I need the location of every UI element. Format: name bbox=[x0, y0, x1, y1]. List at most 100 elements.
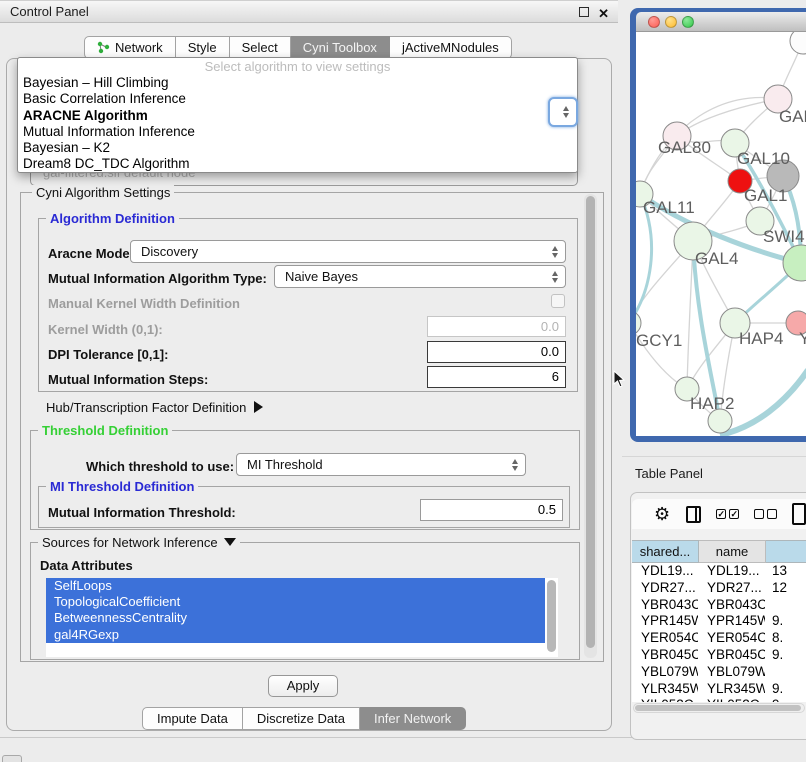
attributes-scrollbar-thumb[interactable] bbox=[547, 580, 556, 652]
mi-type-value: Naive Bayes bbox=[285, 269, 358, 284]
expand-down-icon[interactable] bbox=[224, 538, 236, 546]
kernel-width-field[interactable]: 0.0 bbox=[427, 316, 566, 337]
table-cell[interactable]: YLR345W bbox=[632, 681, 698, 698]
tab-infer-network[interactable]: Infer Network bbox=[360, 707, 466, 730]
expand-right-icon[interactable] bbox=[254, 401, 263, 413]
network-window-titlebar[interactable] bbox=[636, 12, 806, 32]
deselect-all-columns-icon[interactable] bbox=[754, 509, 777, 519]
tab-cyni-toolbox[interactable]: Cyni Toolbox bbox=[291, 36, 390, 59]
table-cell[interactable]: YPR145W bbox=[698, 613, 765, 630]
close-traffic-light-icon[interactable] bbox=[648, 16, 660, 28]
table-cell[interactable]: YBR045C bbox=[698, 647, 765, 664]
split-columns-icon[interactable] bbox=[686, 506, 701, 523]
table-cell[interactable]: YDL19... bbox=[632, 563, 698, 580]
mi-type-select[interactable]: Naive Bayes bbox=[274, 265, 566, 288]
table-cell[interactable]: YBR045C bbox=[632, 647, 698, 664]
table-row[interactable]: YIL052CYIL052C9 bbox=[632, 697, 806, 702]
network-canvas[interactable]: GALGAL80GAL10GAL1GAL11SWI4GAL4GCY1HAP4YH… bbox=[636, 32, 806, 436]
float-window-icon[interactable] bbox=[579, 7, 589, 17]
table-row[interactable]: YBR043CYBR043C bbox=[632, 597, 806, 614]
table-cell[interactable]: 9 bbox=[765, 697, 780, 702]
table-row[interactable]: YDL19...YDL19...13 bbox=[632, 563, 806, 580]
screen: Control Panel ✕ Network Style Select Cyn… bbox=[0, 0, 806, 762]
data-attribute-item[interactable]: TopologicalCoefficient bbox=[46, 594, 545, 610]
table-body[interactable]: YDL19...YDL19...13YDR27...YDR27...12YBR0… bbox=[632, 563, 806, 702]
table-hscrollbar-thumb[interactable] bbox=[635, 705, 801, 711]
algorithm-list-item[interactable]: Bayesian – Hill Climbing bbox=[18, 75, 577, 91]
table-panel-title: Table Panel bbox=[635, 466, 703, 481]
table-hscrollbar[interactable] bbox=[633, 703, 805, 713]
data-attribute-item[interactable]: BetweennessCentrality bbox=[46, 610, 545, 626]
table-cell[interactable] bbox=[765, 664, 772, 681]
mi-steps-field[interactable]: 6 bbox=[427, 366, 566, 388]
tab-impute-data[interactable]: Impute Data bbox=[142, 707, 243, 730]
table-cell[interactable]: YER054C bbox=[632, 630, 698, 647]
column-header-third[interactable] bbox=[766, 540, 806, 563]
algorithm-list-item[interactable]: Basic Correlation Inference bbox=[18, 91, 577, 107]
table-cell[interactable]: YPR145W bbox=[632, 613, 698, 630]
algorithm-list-item[interactable]: ARACNE Algorithm bbox=[18, 108, 577, 124]
gear-icon[interactable]: ⚙ bbox=[654, 504, 670, 525]
algorithm-list-item[interactable]: Mutual Information Inference bbox=[18, 124, 577, 140]
table-cell[interactable]: 9. bbox=[765, 613, 783, 630]
table-cell[interactable]: YDR27... bbox=[632, 580, 698, 597]
table-cell[interactable]: YBL079W bbox=[632, 664, 698, 681]
network-view-window[interactable]: GALGAL80GAL10GAL1GAL11SWI4GAL4GCY1HAP4YH… bbox=[630, 8, 806, 442]
table-row[interactable]: YLR345WYLR345W9. bbox=[632, 681, 806, 698]
tab-discretize-data[interactable]: Discretize Data bbox=[243, 707, 360, 730]
table-cell[interactable]: 8. bbox=[765, 630, 783, 647]
network-node[interactable] bbox=[790, 32, 806, 54]
algorithm-list-item[interactable]: Bayesian – K2 bbox=[18, 140, 577, 156]
data-attribute-item[interactable]: SelfLoops bbox=[46, 578, 545, 594]
manual-kernel-checkbox[interactable] bbox=[551, 294, 565, 308]
minimize-traffic-light-icon[interactable] bbox=[665, 16, 677, 28]
close-icon[interactable]: ✕ bbox=[598, 3, 609, 25]
table-cell[interactable]: YER054C bbox=[698, 630, 765, 647]
data-attribute-item[interactable]: gal4RGexp bbox=[46, 627, 545, 643]
table-cell[interactable]: 13 bbox=[765, 563, 787, 580]
tab-jactivemnodules[interactable]: jActiveMNodules bbox=[390, 36, 512, 59]
table-row[interactable]: YER054CYER054C8. bbox=[632, 630, 806, 647]
mi-threshold-field[interactable]: 0.5 bbox=[420, 499, 563, 521]
corner-button[interactable] bbox=[2, 755, 22, 762]
column-header-name[interactable]: name bbox=[699, 540, 766, 563]
which-threshold-value: MI Threshold bbox=[247, 457, 323, 472]
export-table-icon[interactable] bbox=[792, 503, 806, 525]
table-cell[interactable]: YDL19... bbox=[698, 563, 765, 580]
table-cell[interactable]: YIL052C bbox=[698, 697, 765, 702]
algorithm-combobox-button[interactable] bbox=[548, 97, 578, 127]
data-attributes-list[interactable]: SelfLoopsTopologicalCoefficientBetweenne… bbox=[46, 578, 558, 657]
table-cell[interactable]: YLR345W bbox=[698, 681, 765, 698]
table-row[interactable]: YPR145WYPR145W9. bbox=[632, 613, 806, 630]
network-edge[interactable] bbox=[687, 241, 693, 389]
table-cell[interactable]: 9. bbox=[765, 681, 783, 698]
table-cell[interactable]: YBL079W bbox=[698, 664, 765, 681]
table-row[interactable]: YBR045CYBR045C9. bbox=[632, 647, 806, 664]
which-threshold-select[interactable]: MI Threshold bbox=[236, 453, 526, 476]
table-cell[interactable]: YBR043C bbox=[698, 597, 765, 614]
algorithm-list-item[interactable]: Dream8 DC_TDC Algorithm bbox=[18, 156, 577, 172]
column-header-shared[interactable]: shared... bbox=[632, 540, 699, 563]
table-cell[interactable]: YBR043C bbox=[632, 597, 698, 614]
table-row[interactable]: YBL079WYBL079W bbox=[632, 664, 806, 681]
maximize-traffic-light-icon[interactable] bbox=[682, 16, 694, 28]
table-cell[interactable]: 12 bbox=[765, 580, 787, 597]
tab-style[interactable]: Style bbox=[176, 36, 230, 59]
sources-title-label: Sources for Network Inference bbox=[42, 535, 218, 550]
sources-group-title[interactable]: Sources for Network Inference bbox=[38, 535, 240, 550]
table-cell[interactable] bbox=[765, 597, 772, 614]
table-row[interactable]: YDR27...YDR27...12 bbox=[632, 580, 806, 597]
dpi-tolerance-field[interactable]: 0.0 bbox=[427, 341, 566, 363]
aracne-mode-select[interactable]: Discovery bbox=[130, 240, 566, 263]
select-all-columns-icon[interactable]: ✓✓ bbox=[716, 509, 739, 519]
table-cell[interactable]: 9. bbox=[765, 647, 783, 664]
tab-select[interactable]: Select bbox=[230, 36, 291, 59]
apply-button[interactable]: Apply bbox=[268, 675, 338, 697]
tab-network[interactable]: Network bbox=[84, 36, 176, 59]
hub-definition-toggle[interactable]: Hub/Transcription Factor Definition bbox=[46, 400, 263, 415]
settings-scrollbar-thumb[interactable] bbox=[586, 196, 595, 648]
table-cell[interactable]: YDR27... bbox=[698, 580, 765, 597]
table-cell[interactable]: YIL052C bbox=[632, 697, 698, 702]
settings-scrollbar[interactable] bbox=[584, 194, 597, 658]
network-edge[interactable] bbox=[677, 99, 778, 136]
